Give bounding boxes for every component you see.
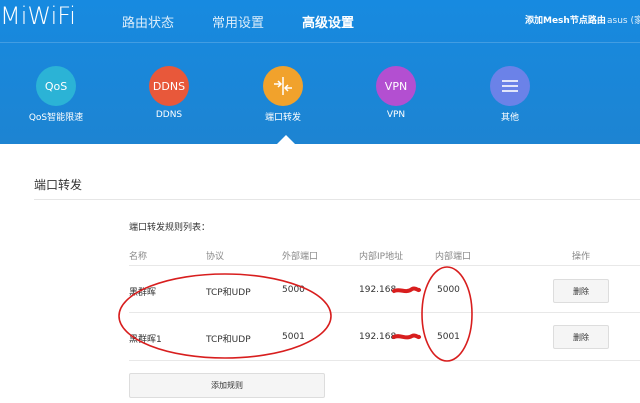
nav-advanced-settings[interactable]: 高级设置 [302,12,354,31]
ddns-icon: DDNS [149,66,189,106]
row2-name: 黑群晖1 [129,335,162,345]
tool-vpn-label: VPN [386,110,406,120]
red-scribble-ip2 [392,333,421,340]
row1-external-port: 5000 [282,285,305,295]
nav-common-settings[interactable]: 常用设置 [212,12,264,31]
row2-divider [129,360,640,361]
tool-ddns-label: DDNS [155,110,183,120]
tool-other-label: 其他 [500,113,519,123]
qos-icon: QoS [36,66,76,106]
row1-protocol: TCP和UDP [206,288,251,298]
row2-delete-button[interactable]: 删除 [553,325,609,349]
miwifi-logo: MiWiFi [0,2,76,30]
red-ellipse-internal-ports [421,266,473,362]
header-row-divider [129,265,640,266]
row1-internal-ip: 192.168 [359,285,397,295]
tool-qos-label: QoS智能限速 [28,113,84,123]
page-title: 端口转发 [34,178,83,192]
col-header-internal-port: 内部端口 [435,252,472,262]
tool-qos[interactable]: QoS QoS智能限速 [11,66,101,123]
row1-delete-button[interactable]: 删除 [553,279,609,303]
col-header-internal-ip: 内部IP地址 [359,252,404,262]
menu-icon [490,66,530,106]
header-divider [0,42,640,43]
rule-list-title: 端口转发规则列表： [129,223,211,233]
add-mesh-node-link[interactable]: 添加Mesh节点路由 [525,13,606,26]
tool-vpn[interactable]: VPN VPN [351,66,441,120]
row2-internal-ip: 192.168 [359,332,397,342]
add-rule-button[interactable]: 添加规则 [129,373,325,398]
vpn-icon: VPN [376,66,416,106]
tool-port-forward[interactable]: 端口转发 [238,66,328,123]
tool-other[interactable]: 其他 [465,66,555,123]
title-divider [34,199,640,200]
col-header-protocol: 协议 [206,252,225,262]
col-header-name: 名称 [129,252,148,262]
row2-external-port: 5001 [282,332,305,342]
active-tool-pointer [277,135,295,144]
row1-internal-port: 5000 [437,285,460,295]
port-forward-icon [263,66,303,106]
col-header-action: 操作 [572,252,591,262]
nav-router-status[interactable]: 路由状态 [122,12,174,31]
row2-protocol: TCP和UDP [206,335,251,345]
red-scribble-ip1 [392,286,421,294]
tool-ddns[interactable]: DDNS DDNS [124,66,214,120]
row2-internal-port: 5001 [437,332,460,342]
tool-port-forward-label: 端口转发 [264,113,301,123]
row1-divider [129,312,640,313]
col-header-external-port: 外部端口 [282,252,319,262]
row1-name: 黑群晖 [129,288,157,298]
user-menu[interactable]: asus (家 [607,13,640,26]
